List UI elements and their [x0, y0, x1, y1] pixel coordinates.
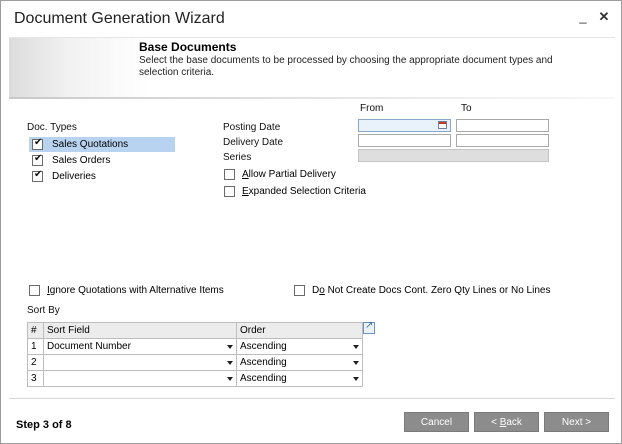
- zero-qty-lines-checkbox[interactable]: [294, 285, 305, 296]
- minimize-button[interactable]: _: [575, 9, 591, 25]
- column-header-order: Order: [236, 322, 363, 339]
- deliveries-checkbox[interactable]: [32, 169, 43, 182]
- title-bar: Document Generation Wizard _ ✕: [1, 1, 621, 37]
- to-column-label: To: [461, 103, 472, 114]
- dropdown-arrow-icon[interactable]: [227, 345, 233, 349]
- footer-divider: [9, 398, 615, 399]
- dropdown-arrow-icon[interactable]: [353, 345, 359, 349]
- step-title: Base Documents: [139, 40, 237, 54]
- cancel-button[interactable]: Cancel: [404, 412, 469, 432]
- column-header-number: #: [27, 322, 44, 339]
- ignore-alternative-items-label: Ignore Quotations with Alternative Items: [47, 285, 224, 296]
- doc-type-label: Sales Orders: [52, 155, 111, 166]
- column-header-sort-field: Sort Field: [43, 322, 237, 339]
- doc-type-label: Deliveries: [52, 171, 96, 182]
- series-input: [358, 149, 549, 162]
- from-column-label: From: [360, 103, 384, 114]
- delivery-date-from-input[interactable]: [358, 134, 451, 147]
- expand-table-icon[interactable]: [363, 320, 375, 334]
- doc-type-sales-orders[interactable]: Sales Orders: [29, 153, 175, 168]
- step-description: Select the base documents to be processe…: [139, 55, 553, 78]
- sales-orders-checkbox[interactable]: [32, 153, 43, 166]
- close-button[interactable]: ✕: [596, 9, 612, 25]
- doc-type-sales-quotations[interactable]: Sales Quotations: [29, 137, 175, 152]
- series-label: Series: [223, 152, 252, 163]
- posting-date-to-input[interactable]: [456, 119, 549, 132]
- order-select[interactable]: Ascending: [236, 354, 363, 371]
- dropdown-arrow-icon[interactable]: [353, 377, 359, 381]
- dropdown-arrow-icon[interactable]: [227, 361, 233, 365]
- sales-quotations-checkbox[interactable]: [32, 137, 43, 150]
- allow-partial-delivery-checkbox[interactable]: [224, 169, 235, 180]
- table-row: 3 Ascending: [27, 370, 363, 387]
- doc-type-deliveries[interactable]: Deliveries: [29, 169, 175, 184]
- row-number: 3: [27, 370, 44, 387]
- table-row: 1 Document Number Ascending: [27, 338, 363, 355]
- calendar-icon[interactable]: [438, 121, 447, 129]
- zero-qty-lines-label: Do Not Create Docs Cont. Zero Qty Lines …: [312, 285, 551, 296]
- order-select[interactable]: Ascending: [236, 338, 363, 355]
- expanded-selection-criteria-checkbox[interactable]: [224, 186, 235, 197]
- sort-by-table: # Sort Field Order 1 Document Number Asc…: [27, 322, 363, 387]
- allow-partial-delivery-label: Allow Partial Delivery: [242, 169, 336, 180]
- step-indicator: Step 3 of 8: [16, 419, 72, 431]
- row-number: 1: [27, 338, 44, 355]
- header-divider: [9, 97, 615, 99]
- row-number: 2: [27, 354, 44, 371]
- next-button[interactable]: Next >: [544, 412, 609, 432]
- sort-field-select[interactable]: Document Number: [43, 338, 237, 355]
- expanded-selection-criteria-label: Expanded Selection Criteria: [242, 186, 366, 197]
- back-button[interactable]: < Back: [474, 412, 539, 432]
- wizard-window: Document Generation Wizard _ ✕ Base Docu…: [0, 0, 622, 444]
- dropdown-arrow-icon[interactable]: [353, 361, 359, 365]
- order-select[interactable]: Ascending: [236, 370, 363, 387]
- delivery-date-label: Delivery Date: [223, 137, 284, 148]
- window-title: Document Generation Wizard: [14, 10, 225, 27]
- delivery-date-to-input[interactable]: [456, 134, 549, 147]
- sort-by-label: Sort By: [27, 305, 60, 316]
- ignore-alternative-items-checkbox[interactable]: [29, 285, 40, 296]
- dropdown-arrow-icon[interactable]: [227, 377, 233, 381]
- doc-types-label: Doc. Types: [27, 122, 77, 133]
- posting-date-label: Posting Date: [223, 122, 281, 133]
- doc-type-label: Sales Quotations: [52, 139, 129, 150]
- sort-field-select[interactable]: [43, 354, 237, 371]
- table-row: 2 Ascending: [27, 354, 363, 371]
- sort-field-select[interactable]: [43, 370, 237, 387]
